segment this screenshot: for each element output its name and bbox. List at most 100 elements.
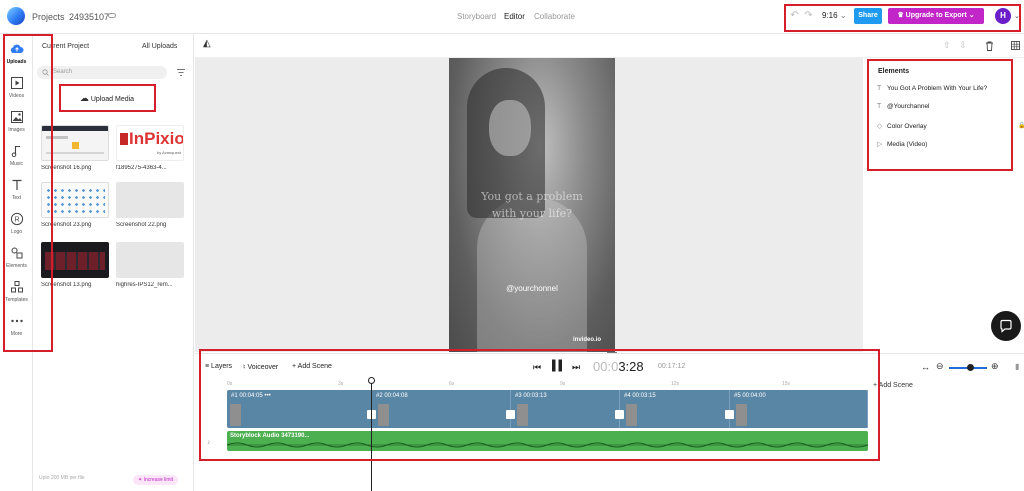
projects-breadcrumb[interactable]: Projects [32, 12, 65, 22]
chevron-down-icon: ⌄ [968, 12, 975, 19]
scene-thumbnail [736, 404, 747, 426]
watermark: invideo.io [573, 337, 602, 343]
sidebar-item-label: Templates [5, 297, 28, 303]
lock-icon[interactable]: 🔒 [1018, 122, 1024, 129]
share-button[interactable]: Share [854, 8, 882, 24]
move-up-icon[interactable]: ⇧ [943, 40, 951, 51]
file-name: Screenshot 13.png [41, 282, 92, 288]
image-icon [10, 111, 23, 123]
pause-icon[interactable] [551, 359, 563, 372]
avatar[interactable]: H [995, 8, 1011, 24]
tab-all-uploads[interactable]: All Uploads [142, 43, 177, 50]
skip-forward-icon[interactable]: ⏭ [572, 362, 580, 373]
sidebar-item-label: Images [8, 127, 25, 133]
tab-current-project[interactable]: Current Project [42, 43, 89, 50]
element-label: You Got A Problem With Your Life? [887, 85, 988, 92]
element-item-headline[interactable]: T You Got A Problem With Your Life? [877, 85, 987, 95]
registered-icon: R [10, 212, 23, 226]
zoom-slider-handle[interactable] [966, 364, 974, 371]
waveform-icon[interactable]: ▮ [1015, 362, 1019, 371]
chat-support-button[interactable] [991, 311, 1021, 341]
transition-icon[interactable] [725, 410, 734, 419]
upload-thumbnail-screenshot-22[interactable] [116, 182, 184, 218]
playhead-handle[interactable] [368, 377, 375, 384]
grid-icon[interactable] [1011, 41, 1020, 50]
canvas-toolbar: ◭ ⇧ ⇩ [195, 34, 1024, 58]
element-item-handle[interactable]: T @Yourchannel [877, 103, 930, 113]
paint-bucket-icon[interactable]: ◭ [203, 38, 211, 49]
search-input[interactable]: Search [37, 66, 167, 79]
scene-clip[interactable]: #2 00:04:08 [372, 390, 511, 428]
preview-overlay-text[interactable]: You got a problem with your life? [449, 188, 615, 222]
upload-thumbnail-screenshot-16[interactable] [41, 125, 109, 161]
plus-icon: + [292, 363, 297, 370]
preview-handle-text[interactable]: @yourchonnel [449, 284, 615, 293]
upload-thumbnail-screenshot-13[interactable] [41, 242, 109, 278]
scene-label: #3 00:03:13 [515, 393, 547, 399]
move-down-icon[interactable]: ⇩ [959, 40, 967, 51]
skip-back-icon[interactable]: ⏮ [533, 362, 541, 373]
app-logo-icon[interactable] [7, 7, 25, 25]
trash-icon[interactable] [985, 41, 994, 51]
sidebar-item-images[interactable]: Images [0, 110, 33, 133]
sidebar-item-elements[interactable]: Elements [0, 246, 33, 269]
sidebar-item-templates[interactable]: Templates [0, 280, 33, 303]
aspect-ratio-select[interactable]: 9:16 ⌄ [822, 11, 847, 20]
zoom-out-icon[interactable]: ⊖ [936, 361, 944, 372]
scene-clip[interactable]: #1 00:04:05 ••• [227, 390, 372, 428]
sidebar-item-music[interactable]: Music [0, 144, 33, 167]
sidebar-item-videos[interactable]: Videos [0, 76, 33, 99]
scene-clip[interactable]: #4 00:03:15 [620, 390, 730, 428]
timeline-ruler[interactable]: 0s 3s 6s 9s 12s 15s [227, 381, 868, 389]
layers-button[interactable]: ≡ Layers [205, 363, 232, 370]
add-scene-right-button[interactable]: + Add Scene [873, 382, 913, 389]
element-item-color-overlay[interactable]: ◇ Color Overlay [877, 122, 927, 132]
ruler-tick-label: 3s [338, 381, 344, 387]
upload-thumbnail-inpixio[interactable]: InPixio by Avanquest [116, 125, 184, 161]
music-note-icon: ♪ [207, 439, 211, 446]
voiceover-button[interactable]: ♮ Voiceover [243, 363, 278, 371]
inpixio-logo: InPixio [129, 129, 184, 148]
tab-collaborate[interactable]: Collaborate [534, 12, 575, 21]
file-name: Screenshot 22.png [116, 222, 167, 228]
upload-media-button[interactable]: ☁ Upload Media [61, 86, 153, 110]
video-track[interactable]: #1 00:04:05 ••• #2 00:04:08 #3 00:03:13 #4 … [227, 390, 868, 428]
star-icon: ✶ [138, 477, 143, 483]
upgrade-to-export-button[interactable]: ♛ Upgrade to Export ⌄ [888, 8, 984, 24]
audio-waveform [227, 442, 868, 448]
sidebar-item-uploads[interactable]: Uploads [0, 42, 33, 65]
fit-width-icon[interactable]: ↔ [921, 362, 930, 372]
avatar-chevron-icon[interactable]: ⌄ [1014, 12, 1020, 20]
playhead[interactable] [371, 379, 372, 491]
sidebar-item-logo[interactable]: R Logo [0, 212, 33, 235]
scene-label: #1 00:04:05 ••• [231, 393, 271, 399]
upload-thumbnail-screenshot-23[interactable] [41, 182, 109, 218]
scene-clip[interactable]: #5 00:04:00 [730, 390, 868, 428]
subject-face-shape [489, 100, 531, 156]
audio-track[interactable]: Storyblock Audio 3473190... [227, 431, 868, 451]
undo-icon[interactable]: ↶ [789, 10, 800, 21]
video-preview[interactable]: You got a problem with your life? @yourc… [449, 58, 615, 352]
increase-limit-button[interactable]: ✶ Increase limit [133, 475, 179, 485]
redo-icon[interactable]: ↷ [803, 10, 814, 21]
play-icon: ▷ [877, 141, 883, 148]
tab-editor[interactable]: Editor [504, 12, 525, 21]
sidebar-item-more[interactable]: More [0, 314, 33, 337]
elements-title: Elements [878, 68, 910, 75]
plus-icon: + [873, 382, 878, 389]
filter-icon[interactable] [177, 69, 185, 76]
sidebar-item-text[interactable]: Text [0, 178, 33, 201]
add-scene-label: Add Scene [878, 382, 913, 389]
text-icon [12, 179, 21, 190]
element-item-media-video[interactable]: ▷ Media (Video) [877, 140, 927, 150]
scene-clip[interactable]: #3 00:03:13 [511, 390, 620, 428]
tab-storyboard[interactable]: Storyboard [457, 12, 496, 21]
transition-icon[interactable] [615, 410, 624, 419]
transition-icon[interactable] [506, 410, 515, 419]
file-name: highres-IPS12_rem... [116, 282, 173, 288]
upload-thumbnail-highres[interactable] [116, 242, 184, 278]
zoom-in-icon[interactable]: ⊕ [991, 361, 999, 372]
add-scene-button[interactable]: + Add Scene [292, 363, 332, 370]
svg-text:R: R [14, 217, 19, 224]
chevron-down-icon: ⌄ [839, 11, 847, 20]
